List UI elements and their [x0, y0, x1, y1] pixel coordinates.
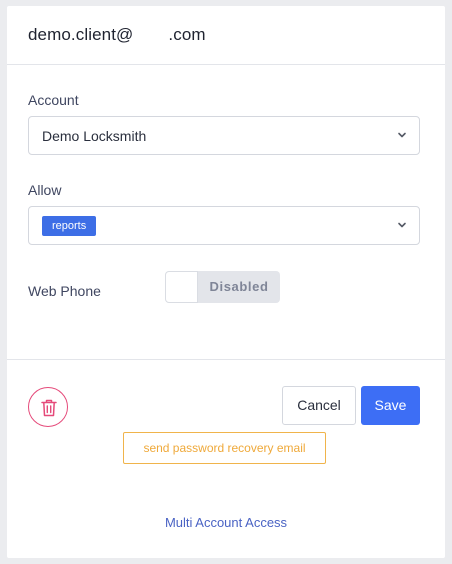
password-recovery-button[interactable]: send password recovery email	[123, 432, 326, 464]
card-header: demo.client@ .com	[7, 6, 445, 65]
account-label: Account	[28, 92, 79, 108]
allow-label: Allow	[28, 182, 62, 198]
user-email-local: demo.client@	[28, 25, 134, 44]
allow-multiselect[interactable]: reports	[28, 206, 420, 245]
web-phone-label: Web Phone	[28, 283, 101, 299]
cancel-button[interactable]: Cancel	[282, 386, 356, 425]
user-email-domain: .com	[168, 25, 206, 44]
user-email: demo.client@ .com	[28, 25, 206, 45]
delete-user-button[interactable]	[28, 387, 68, 427]
account-select-value: Demo Locksmith	[42, 128, 147, 144]
footer-divider	[7, 359, 445, 360]
trash-icon	[41, 399, 57, 417]
save-button[interactable]: Save	[361, 386, 420, 425]
chevron-down-icon	[398, 132, 406, 138]
toggle-knob[interactable]	[165, 271, 198, 303]
allow-tag-reports[interactable]: reports	[42, 216, 97, 236]
toggle-state-label: Disabled	[209, 279, 269, 294]
chevron-down-icon	[398, 222, 406, 228]
web-phone-toggle[interactable]: Disabled	[165, 271, 280, 303]
multi-account-access-link[interactable]: Multi Account Access	[7, 515, 445, 530]
user-settings-card: demo.client@ .com Account Demo Locksmith …	[7, 6, 445, 558]
account-select[interactable]: Demo Locksmith	[28, 116, 420, 155]
